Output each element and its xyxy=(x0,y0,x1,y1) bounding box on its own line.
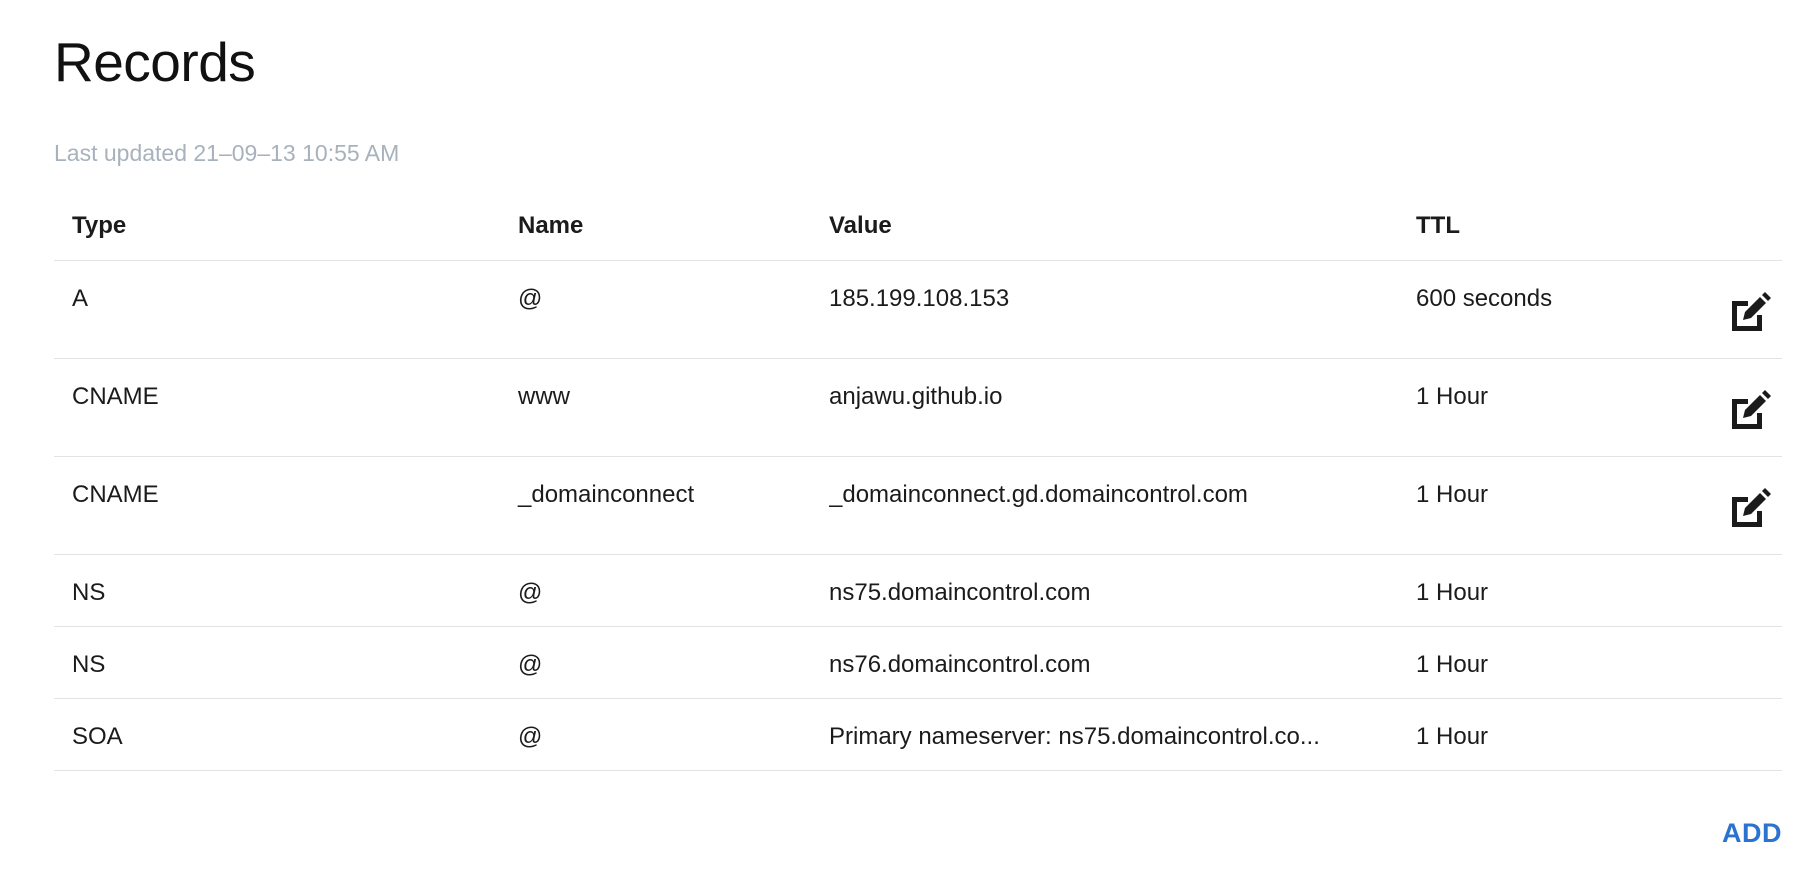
record-type: A xyxy=(72,285,89,312)
table-header: Type Name Value TTL xyxy=(54,198,1782,261)
record-value: ns75.domaincontrol.com xyxy=(829,579,1091,606)
page-title: Records xyxy=(54,31,256,93)
record-name: www xyxy=(518,383,570,410)
edit-record-button[interactable] xyxy=(1728,487,1772,531)
record-type: SOA xyxy=(72,723,123,750)
table-row: NS @ ns76.domaincontrol.com 1 Hour xyxy=(54,627,1782,699)
column-header-ttl: TTL xyxy=(1416,212,1460,239)
record-name: @ xyxy=(518,285,543,312)
table-row: A @ 185.199.108.153 600 seconds xyxy=(54,261,1782,359)
last-updated-text: Last updated 21–09–13 10:55 AM xyxy=(54,140,400,166)
record-name: @ xyxy=(518,723,543,750)
record-type: NS xyxy=(72,651,106,678)
edit-icon xyxy=(1732,390,1771,429)
record-value: ns76.domaincontrol.com xyxy=(829,651,1091,678)
edit-record-button[interactable] xyxy=(1728,291,1772,335)
record-name: @ xyxy=(518,651,543,678)
add-record-button[interactable]: ADD xyxy=(1722,818,1782,849)
table-row: SOA @ Primary nameserver: ns75.domaincon… xyxy=(54,699,1782,771)
record-ttl: 1 Hour xyxy=(1416,579,1489,606)
dns-records-page: Records Last updated 21–09–13 10:55 AM T… xyxy=(0,0,1816,892)
records-table: Type Name Value TTL A @ 185.199.108.153 … xyxy=(54,198,1782,771)
record-value: _domainconnect.gd.domaincontrol.com xyxy=(829,481,1248,508)
record-ttl: 1 Hour xyxy=(1416,481,1489,508)
record-ttl: 1 Hour xyxy=(1416,651,1489,678)
record-ttl: 1 Hour xyxy=(1416,383,1489,410)
edit-icon xyxy=(1732,292,1771,331)
record-value: anjawu.github.io xyxy=(829,383,1003,410)
edit-record-button[interactable] xyxy=(1728,389,1772,433)
record-value: Primary nameserver: ns75.domaincontrol.c… xyxy=(829,723,1320,750)
table-row: CNAME www anjawu.github.io 1 Hour xyxy=(54,359,1782,457)
record-ttl: 1 Hour xyxy=(1416,723,1489,750)
column-header-name: Name xyxy=(518,212,584,239)
column-header-type: Type xyxy=(72,212,127,239)
record-type: NS xyxy=(72,579,106,606)
record-type: CNAME xyxy=(72,383,159,410)
table-row: NS @ ns75.domaincontrol.com 1 Hour xyxy=(54,555,1782,627)
record-name: _domainconnect xyxy=(518,481,695,508)
record-value: 185.199.108.153 xyxy=(829,285,1010,312)
record-ttl: 600 seconds xyxy=(1416,285,1553,312)
column-header-value: Value xyxy=(829,212,892,239)
edit-icon xyxy=(1732,488,1771,527)
record-name: @ xyxy=(518,579,543,606)
table-row: CNAME _domainconnect _domainconnect.gd.d… xyxy=(54,457,1782,555)
record-type: CNAME xyxy=(72,481,159,508)
